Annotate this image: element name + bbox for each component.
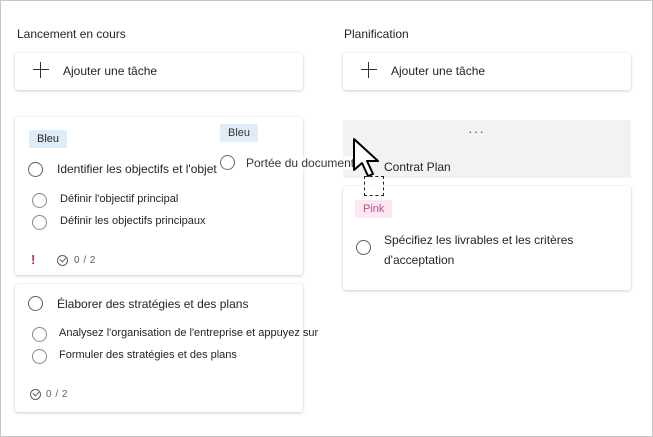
subtask-label: Définir l'objectif principal xyxy=(60,193,179,205)
task-title-line2: d'acceptation xyxy=(384,253,455,267)
add-task-label: Ajouter une tâche xyxy=(63,64,158,78)
subtask-label: Formuler des stratégies et des plans xyxy=(59,349,237,361)
complete-task-checkbox[interactable] xyxy=(28,296,43,311)
plus-icon xyxy=(33,62,49,78)
checklist-progress: 0 / 2 xyxy=(46,389,68,400)
complete-task-checkbox[interactable] xyxy=(356,240,371,255)
checklist-progress: 0 / 2 xyxy=(74,255,96,266)
mouse-cursor-icon xyxy=(353,138,379,177)
task-title-contrat: Contrat Plan xyxy=(384,160,451,174)
task-card-livrables[interactable]: Pink Spécifiez les livrables et les crit… xyxy=(343,186,631,290)
column-title-lancement: Lancement en cours xyxy=(17,27,126,41)
subtask-checkbox[interactable] xyxy=(32,215,47,230)
complete-task-checkbox[interactable] xyxy=(220,155,235,170)
subtask-checkbox[interactable] xyxy=(32,193,47,208)
task-title: Élaborer des stratégies et des plans xyxy=(57,297,249,311)
subtask-checkbox[interactable] xyxy=(32,327,47,342)
add-task-button-col1[interactable]: Ajouter une tâche xyxy=(15,53,303,90)
plus-icon xyxy=(361,62,377,78)
checklist-icon xyxy=(30,389,41,400)
checklist-icon xyxy=(57,255,68,266)
subtask-label: Analysez l'organisation de l'entreprise … xyxy=(59,327,319,339)
label-tag-bleu: Bleu xyxy=(220,124,259,142)
priority-important-icon: ! xyxy=(31,252,36,267)
task-title: Identifier les objectifs et l'objet xyxy=(57,162,217,176)
task-card-strategies[interactable]: Élaborer des stratégies et des plans Ana… xyxy=(15,284,318,412)
complete-task-checkbox[interactable] xyxy=(28,162,43,177)
label-tag-pink: Pink xyxy=(355,200,393,218)
subtask-label: Définir les objectifs principaux xyxy=(60,215,206,227)
add-task-button-col2[interactable]: Ajouter une tâche xyxy=(343,53,631,90)
label-tag-bleu: Bleu xyxy=(29,130,68,148)
drag-move-icon xyxy=(364,176,384,196)
task-title-line1: Spécifiez les livrables et les critères xyxy=(384,233,574,247)
add-task-label: Ajouter une tâche xyxy=(391,64,486,78)
task-title: Portée du document xyxy=(246,156,355,170)
subtask-checkbox[interactable] xyxy=(32,349,47,364)
column-title-planification: Planification xyxy=(344,27,409,41)
